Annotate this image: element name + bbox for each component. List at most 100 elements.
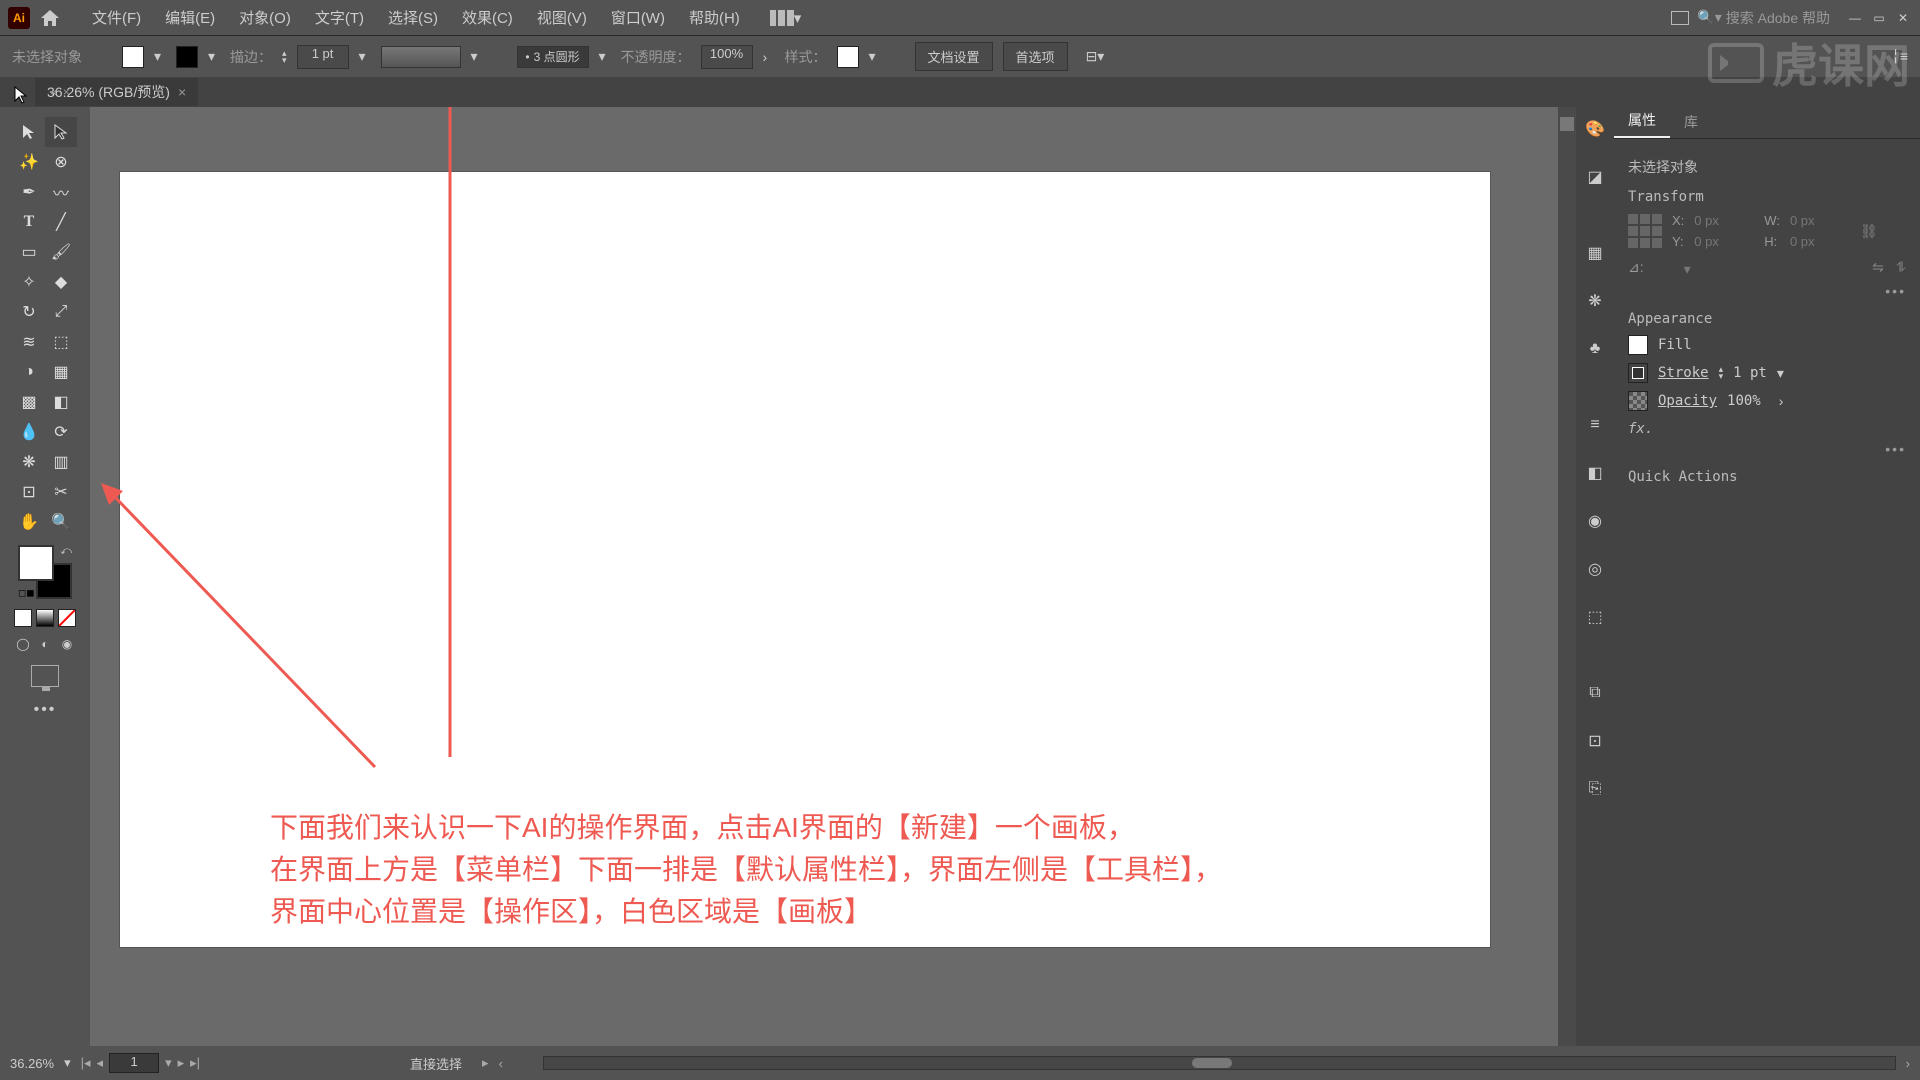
chevron-down-icon[interactable]: ▾ [869, 48, 881, 65]
align-icon[interactable]: ⊟▾ [1086, 48, 1105, 65]
direct-selection-tool-icon[interactable] [45, 117, 77, 147]
last-artboard-icon[interactable]: ▸| [190, 1055, 200, 1071]
tab-close-icon[interactable]: × [63, 85, 70, 99]
blend-tool-icon[interactable]: ⟳ [45, 417, 77, 447]
type-tool-icon[interactable]: T [13, 207, 45, 237]
menu-edit[interactable]: 编辑(E) [153, 2, 227, 33]
fill-stroke-swatches[interactable]: ⤺ ◻◼ [18, 545, 72, 599]
magic-wand-tool-icon[interactable]: ✨ [13, 147, 45, 177]
chevron-right-icon[interactable]: › [1906, 1056, 1910, 1071]
horizontal-scrollbar[interactable] [543, 1056, 1896, 1070]
more-options-icon[interactable]: ••• [1628, 441, 1906, 457]
w-value[interactable]: 0 px [1790, 213, 1850, 228]
scale-tool-icon[interactable]: ⤢ [45, 297, 77, 327]
shaper-tool-icon[interactable]: ✧ [13, 267, 45, 297]
selection-tool-icon[interactable] [13, 117, 45, 147]
slice-tool-icon[interactable]: ✂ [45, 477, 77, 507]
gradient-tool-icon[interactable]: ◧ [45, 387, 77, 417]
rotate-tool-icon[interactable]: ↻ [13, 297, 45, 327]
menu-effect[interactable]: 效果(C) [450, 2, 525, 33]
canvas-area[interactable]: 下面我们来认识一下AI的操作界面，点击AI界面的【新建】一个画板， 在界面上方是… [90, 107, 1576, 1046]
edit-toolbar-icon[interactable]: ••• [34, 701, 57, 719]
chevron-down-icon[interactable]: ▾ [471, 48, 483, 65]
chevron-down-icon[interactable]: ▾ [359, 48, 371, 65]
chevron-down-icon[interactable]: ▾ [794, 9, 806, 27]
first-artboard-icon[interactable]: |◂ [81, 1055, 91, 1071]
pen-tool-icon[interactable]: ✒ [13, 177, 45, 207]
layers-panel-icon[interactable]: ⬚ [1583, 605, 1607, 629]
opacity-swatch[interactable] [1628, 391, 1648, 411]
menu-file[interactable]: 文件(F) [80, 2, 153, 33]
fill-color-swatch[interactable] [18, 545, 54, 581]
appearance-panel-icon[interactable]: ◉ [1583, 509, 1607, 533]
rectangle-tool-icon[interactable]: ▭ [13, 237, 45, 267]
document-setup-button[interactable]: 文档设置 [915, 42, 993, 71]
graphic-styles-panel-icon[interactable]: ◎ [1583, 557, 1607, 581]
chevron-right-icon[interactable]: › [763, 49, 775, 65]
menu-object[interactable]: 对象(O) [227, 2, 303, 33]
brushes-panel-icon[interactable]: ▦ [1583, 241, 1607, 265]
draw-behind-icon[interactable]: ◐ [36, 635, 54, 653]
shape-builder-tool-icon[interactable]: ◑ [13, 357, 45, 387]
close-icon[interactable]: × [178, 84, 186, 100]
panel-menu-icon[interactable]: ╎≡ [1891, 48, 1908, 65]
close-icon[interactable]: ✕ [1894, 11, 1912, 25]
swatches-panel-icon[interactable]: ◪ [1583, 165, 1607, 189]
menu-window[interactable]: 窗口(W) [599, 2, 677, 33]
fill-swatch[interactable] [122, 46, 144, 68]
curvature-tool-icon[interactable]: 〰 [45, 177, 77, 207]
prev-artboard-icon[interactable]: ◂ [97, 1055, 104, 1071]
artboard-number-input[interactable]: 1 [109, 1053, 159, 1073]
draw-normal-icon[interactable]: ◯ [14, 635, 32, 653]
graph-tool-icon[interactable]: ▥ [45, 447, 77, 477]
graphic-style-swatch[interactable] [837, 46, 859, 68]
stroke-swatch[interactable] [176, 46, 198, 68]
stepper-icon[interactable]: ▴▾ [1719, 366, 1724, 380]
chevron-down-icon[interactable]: ▾ [154, 48, 166, 65]
link-dimensions-icon[interactable]: ⛓ [1860, 223, 1878, 240]
preferences-button[interactable]: 首选项 [1003, 42, 1068, 71]
perspective-tool-icon[interactable]: ▦ [45, 357, 77, 387]
free-transform-tool-icon[interactable]: ⬚ [45, 327, 77, 357]
stroke-swatch[interactable] [1628, 363, 1648, 383]
x-value[interactable]: 0 px [1694, 213, 1754, 228]
paintbrush-tool-icon[interactable]: 🖌 [45, 237, 77, 267]
flip-horizontal-icon[interactable]: ⇋ [1872, 259, 1884, 279]
y-value[interactable]: 0 px [1694, 234, 1754, 249]
asset-export-panel-icon[interactable]: ⧉ [1583, 681, 1607, 705]
tab-libraries[interactable]: 库 [1670, 106, 1712, 138]
hand-tool-icon[interactable]: ✋ [13, 507, 45, 537]
opacity-value[interactable]: 100% [1727, 393, 1761, 409]
menu-help[interactable]: 帮助(H) [677, 2, 752, 33]
eyedropper-tool-icon[interactable]: 💧 [13, 417, 45, 447]
line-tool-icon[interactable]: ╱ [45, 207, 77, 237]
color-panel-icon[interactable]: 🎨 [1583, 117, 1607, 141]
artboard-tool-icon[interactable]: ⊡ [13, 477, 45, 507]
reference-point-selector[interactable] [1628, 214, 1662, 248]
workspace-switcher-icon[interactable] [1671, 11, 1689, 25]
variable-width-profile[interactable] [381, 46, 461, 68]
maximize-icon[interactable]: ▭ [1870, 11, 1888, 25]
stroke-width-input[interactable]: 1 pt [297, 45, 349, 69]
default-colors-icon[interactable]: ◻◼ [18, 588, 35, 599]
color-mode-none[interactable] [58, 609, 76, 627]
fill-swatch[interactable] [1628, 335, 1648, 355]
zoom-tool-icon[interactable]: 🔍 [45, 507, 77, 537]
tab-prev-icon[interactable]: « [50, 85, 57, 99]
tab-properties[interactable]: 属性 [1614, 104, 1670, 138]
chevron-down-icon[interactable]: ▾ [165, 1055, 172, 1071]
angle-value[interactable]: ▾ [1656, 259, 1691, 279]
stroke-panel-icon[interactable]: ♣ [1583, 337, 1607, 361]
chevron-down-icon[interactable]: ▾ [64, 1055, 71, 1071]
menu-type[interactable]: 文字(T) [303, 2, 376, 33]
fx-button[interactable]: fx. [1628, 421, 1906, 437]
chevron-down-icon[interactable]: ▾ [599, 48, 611, 65]
menu-select[interactable]: 选择(S) [376, 2, 450, 33]
symbol-sprayer-tool-icon[interactable]: ❋ [13, 447, 45, 477]
opacity-input[interactable]: 100% [701, 45, 753, 69]
stroke-value[interactable]: 1 pt [1733, 365, 1767, 381]
symbols-panel-icon[interactable]: ❋ [1583, 289, 1607, 313]
chevron-down-icon[interactable]: ▾ [208, 48, 220, 65]
chevron-right-icon[interactable]: › [1779, 393, 1784, 409]
color-mode-gradient[interactable] [36, 609, 54, 627]
